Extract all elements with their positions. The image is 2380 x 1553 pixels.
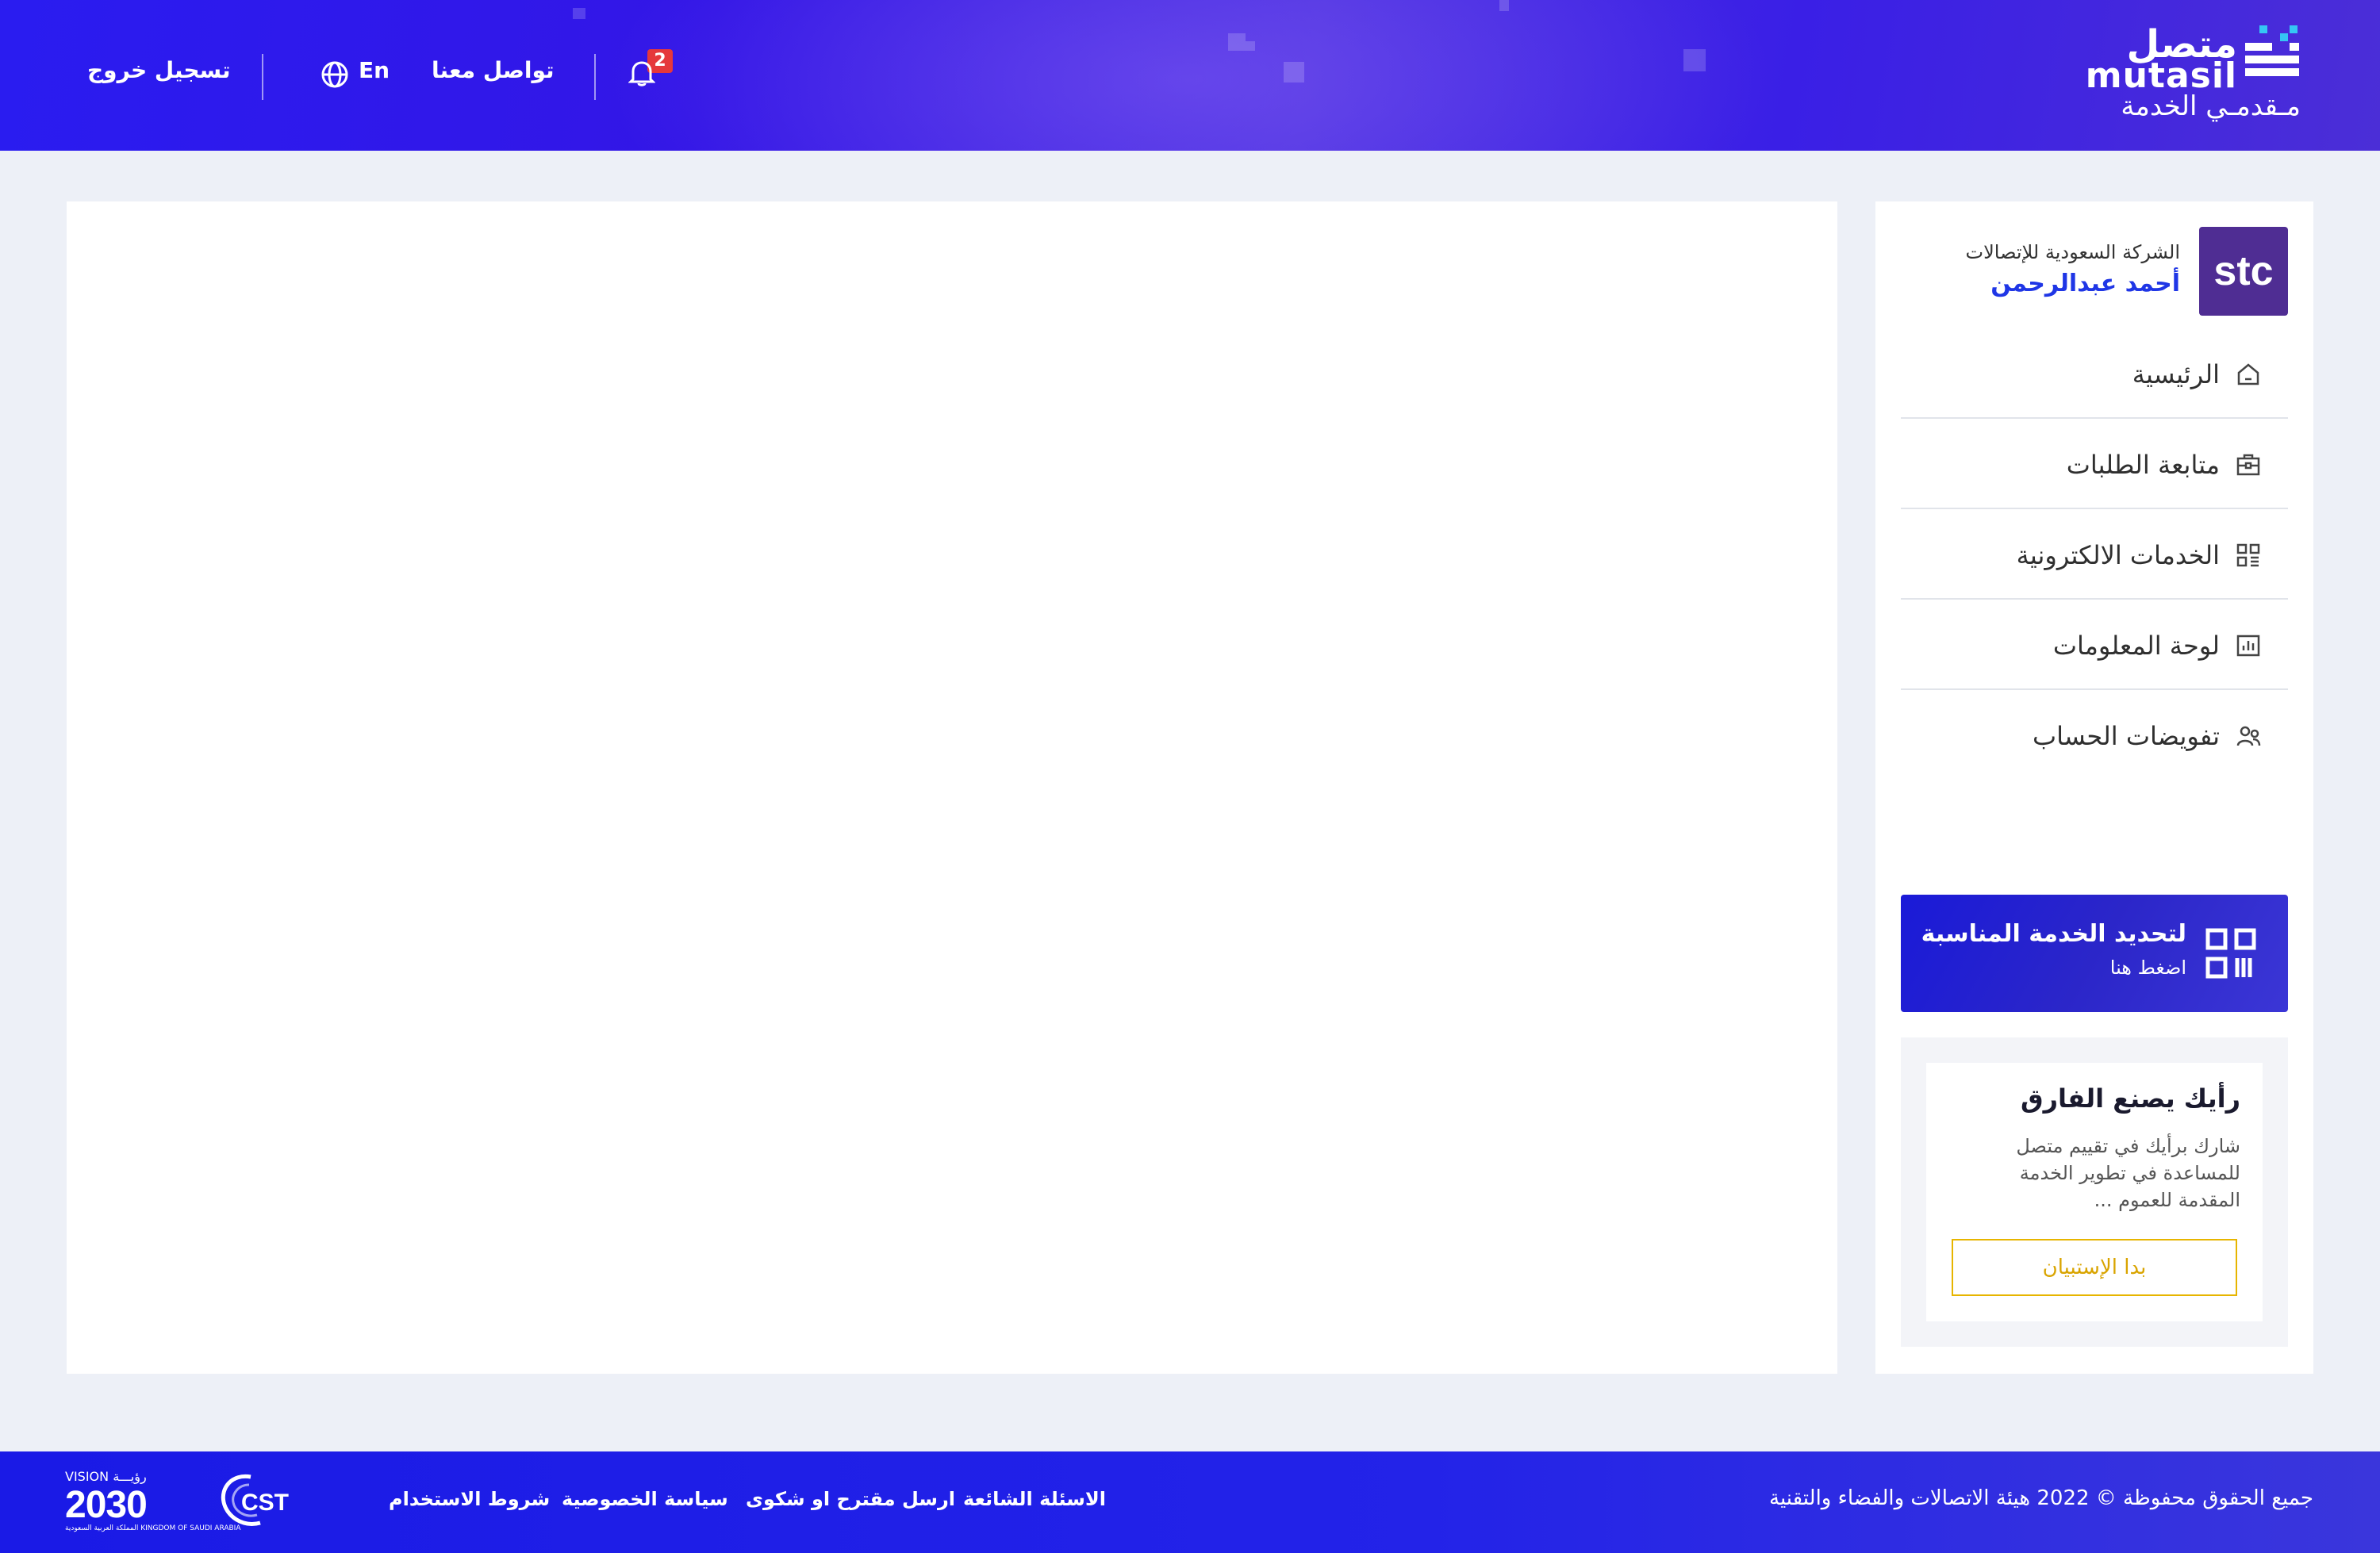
sidebar-item-track-requests[interactable]: متابعة الطلبات xyxy=(1901,420,2288,509)
company-logo: stc xyxy=(2199,227,2288,316)
survey-description: شارك برأيك في تقييم متصل للمساعدة في تطو… xyxy=(2016,1135,2240,1211)
header-divider xyxy=(594,54,596,100)
vision-number: 2030 xyxy=(65,1484,148,1526)
sidebar-item-label: الرئيسية xyxy=(2132,359,2220,389)
header-decor xyxy=(1499,0,1509,11)
sidebar-item-home[interactable]: الرئيسية xyxy=(1901,330,2288,419)
main-content-panel xyxy=(67,201,1837,1374)
banner-subtitle: اضغط هنا xyxy=(2109,957,2186,979)
footer-link-faq[interactable]: الاسئلة الشائعة xyxy=(963,1488,1106,1510)
header-decor xyxy=(573,8,585,19)
header-decor xyxy=(1246,41,1255,51)
cst-logo-text: CST xyxy=(241,1490,289,1516)
vision-label: VISION رؤيـــة xyxy=(65,1469,147,1484)
banner-title: لتحديد الخدمة المناسبة xyxy=(1921,920,2186,948)
grid-icon xyxy=(2236,543,2260,567)
vision-2030-logo: VISION رؤيـــة 2030 المملكة العربية السع… xyxy=(65,1469,241,1539)
language-switch[interactable]: En xyxy=(359,57,390,83)
company-name: الشركة السعودية للإتصالات xyxy=(1965,241,2180,263)
top-header xyxy=(0,0,2380,151)
header-decor xyxy=(1683,49,1706,71)
footer-link-suggestion[interactable]: ارسل مقترح او شكوى xyxy=(746,1488,955,1510)
qr-grid-icon xyxy=(2205,928,2256,979)
start-survey-button[interactable]: بدا الإستبيان xyxy=(1952,1239,2237,1296)
user-name: أحمد عبدالرحمن xyxy=(1990,270,2180,297)
footer-link-privacy[interactable]: سياسة الخصوصية xyxy=(562,1488,728,1510)
chart-icon xyxy=(2236,635,2260,657)
header-divider xyxy=(262,54,263,100)
home-icon xyxy=(2237,363,2259,385)
logout-link[interactable]: تسجيل خروج xyxy=(87,57,231,83)
sidebar-item-dashboard[interactable]: لوحة المعلومات xyxy=(1901,601,2288,690)
header-decor xyxy=(1284,62,1304,82)
users-icon xyxy=(2236,726,2261,746)
survey-title: رأيك يصنع الفارق xyxy=(2020,1083,2240,1114)
contact-us-link[interactable]: تواصل معنا xyxy=(432,57,555,83)
sidebar-item-label: لوحة المعلومات xyxy=(2052,631,2220,661)
footer-link-terms[interactable]: شروط الاستخدام xyxy=(389,1488,550,1510)
sidebar-item-label: تفويضات الحساب xyxy=(2032,721,2220,751)
bell-icon[interactable] xyxy=(628,59,655,87)
header-decor xyxy=(1228,33,1246,51)
logo-mark-icon xyxy=(2245,25,2299,76)
mutasil-logo[interactable]: متصل mutasil مـقدمـي الخدمة xyxy=(2086,22,2301,125)
logo-tagline: مـقدمـي الخدمة xyxy=(2121,90,2301,122)
briefcase-icon xyxy=(2236,454,2260,476)
sidebar-item-account-delegations[interactable]: تفويضات الحساب xyxy=(1901,692,2288,780)
sidebar-item-label: الخدمات الالكترونية xyxy=(2016,540,2220,570)
sidebar-item-label: متابعة الطلبات xyxy=(2066,450,2220,480)
sidebar-item-e-services[interactable]: الخدمات الالكترونية xyxy=(1901,511,2288,600)
header-glow xyxy=(555,0,1825,151)
copyright-text: جميع الحقوق محفوظة © 2022 هيئة الاتصالات… xyxy=(1769,1486,2313,1510)
globe-icon[interactable] xyxy=(321,60,349,89)
find-service-banner[interactable]: لتحديد الخدمة المناسبة اضغط هنا xyxy=(1901,895,2288,1012)
vision-subtitle: المملكة العربية السعودية KINGDOM OF SAUD… xyxy=(65,1524,241,1532)
